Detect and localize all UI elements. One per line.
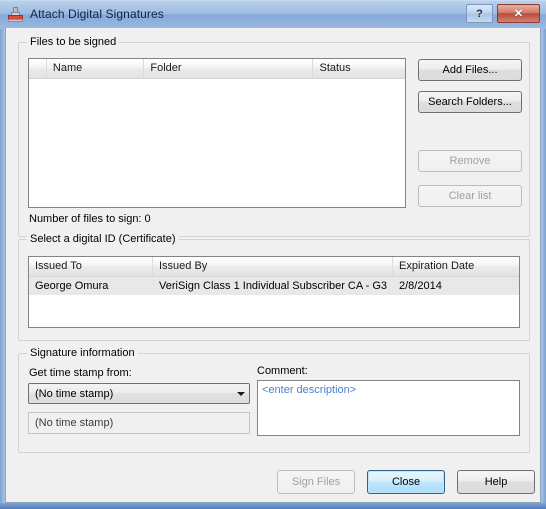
cert-cell-issued-by: VeriSign Class 1 Individual Subscriber C… (159, 280, 388, 292)
dialog-window: Attach Digital Signatures ? ✕ Files to b… (0, 0, 546, 509)
clear-list-button[interactable]: Clear list (418, 185, 522, 207)
files-column-status[interactable]: Status (313, 59, 405, 78)
close-icon[interactable]: ✕ (497, 4, 540, 23)
cert-column-issued-to[interactable]: Issued To (29, 257, 153, 276)
window-title: Attach Digital Signatures (30, 7, 164, 21)
cert-cell-issued-to: George Omura (35, 280, 109, 292)
window-border-right (541, 0, 546, 509)
timestamp-select[interactable]: (No time stamp) (28, 383, 250, 404)
help-button[interactable]: Help (457, 470, 535, 494)
files-count-label: Number of files to sign: 0 (29, 213, 151, 225)
chevron-down-icon[interactable] (232, 391, 249, 396)
files-column-icon[interactable] (29, 59, 47, 78)
signature-group-legend: Signature information (27, 347, 138, 359)
titlebar-help-button[interactable]: ? (466, 4, 493, 23)
dialog-client-area: Files to be signed Name Folder Status Nu… (5, 28, 541, 503)
comment-label: Comment: (257, 365, 308, 377)
comment-input[interactable]: <enter description> (257, 380, 520, 436)
cert-column-expiration-date[interactable]: Expiration Date (393, 257, 519, 276)
close-button[interactable]: Close (367, 470, 445, 494)
files-list[interactable]: Name Folder Status (28, 58, 406, 208)
certificate-group-legend: Select a digital ID (Certificate) (27, 233, 179, 245)
timestamp-detail-field: (No time stamp) (28, 412, 250, 434)
cert-cell-expiration-date: 2/8/2014 (399, 280, 442, 292)
files-column-folder[interactable]: Folder (144, 59, 314, 78)
cert-column-issued-by[interactable]: Issued By (153, 257, 393, 276)
certificate-list-header: Issued To Issued By Expiration Date (29, 257, 519, 277)
timestamp-selected-value: (No time stamp) (35, 387, 114, 400)
add-files-button[interactable]: Add Files... (418, 59, 522, 81)
remove-button[interactable]: Remove (418, 150, 522, 172)
table-row[interactable]: George Omura VeriSign Class 1 Individual… (29, 277, 519, 295)
stamp-icon (7, 6, 24, 23)
window-border-bottom (0, 503, 546, 509)
search-folders-button[interactable]: Search Folders... (418, 91, 522, 113)
files-column-name[interactable]: Name (47, 59, 145, 78)
certificate-list[interactable]: Issued To Issued By Expiration Date Geor… (28, 256, 520, 328)
timestamp-label: Get time stamp from: (29, 367, 132, 379)
comment-placeholder: <enter description> (262, 384, 357, 396)
title-bar[interactable]: Attach Digital Signatures ? ✕ (0, 0, 546, 29)
files-group-legend: Files to be signed (27, 36, 120, 48)
files-list-header: Name Folder Status (29, 59, 405, 79)
sign-files-button[interactable]: Sign Files (277, 470, 355, 494)
